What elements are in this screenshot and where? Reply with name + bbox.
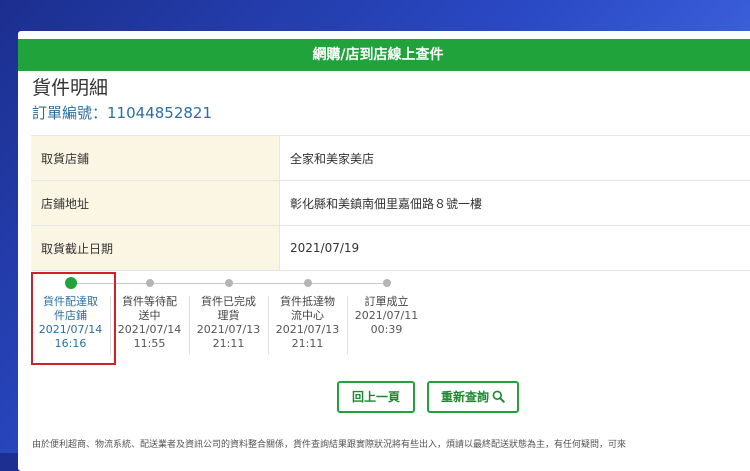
row-value-deadline: 2021/07/19 bbox=[280, 226, 750, 271]
order-number: 訂單編號：11044852821 bbox=[32, 102, 212, 123]
step-date: 2021/07/13 bbox=[268, 323, 347, 337]
timeline-dot bbox=[225, 279, 233, 287]
back-button-label: 回上一頁 bbox=[352, 390, 400, 404]
timeline-dot bbox=[383, 279, 391, 287]
tracking-card: 網購/店到店線上查件 貨件明細 訂單編號：11044852821 取貨店鋪 全家… bbox=[18, 31, 750, 471]
step-date: 2021/07/11 bbox=[347, 309, 426, 323]
active-step-highlight bbox=[31, 272, 116, 365]
timeline-step-sorted: 貨件已完成理貨 2021/07/13 21:11 bbox=[189, 274, 268, 351]
page-title: 貨件明細 bbox=[32, 73, 108, 100]
shipment-info-table: 取貨店鋪 全家和美家美店 店鋪地址 彰化縣和美鎮南佃里嘉佃路８號一樓 取貨截止日… bbox=[31, 135, 750, 271]
row-label-store: 取貨店鋪 bbox=[31, 136, 280, 181]
row-label-address: 店鋪地址 bbox=[31, 181, 280, 226]
timeline-step-waiting: 貨件等待配送中 2021/07/14 11:55 bbox=[110, 274, 189, 351]
requery-button[interactable]: 重新查詢 bbox=[427, 381, 519, 413]
requery-button-label: 重新查詢 bbox=[441, 390, 489, 404]
table-row: 取貨截止日期 2021/07/19 bbox=[31, 226, 750, 271]
table-row: 店鋪地址 彰化縣和美鎮南佃里嘉佃路８號一樓 bbox=[31, 181, 750, 226]
step-date: 2021/07/13 bbox=[189, 323, 268, 337]
disclaimer-text: 由於便利超商、物流系統、配送業者及資訊公司的資料整合關係，貨件查詢結果跟實際狀況… bbox=[32, 437, 626, 450]
step-status: 貨件已完成理貨 bbox=[189, 295, 268, 323]
order-number-value: 11044852821 bbox=[107, 104, 212, 122]
row-value-store: 全家和美家美店 bbox=[280, 136, 750, 181]
step-time: 21:11 bbox=[189, 337, 268, 351]
step-time: 11:55 bbox=[110, 337, 189, 351]
step-time: 00:39 bbox=[347, 323, 426, 337]
step-status: 貨件等待配送中 bbox=[110, 295, 189, 323]
step-date: 2021/07/14 bbox=[110, 323, 189, 337]
search-icon bbox=[492, 390, 505, 403]
page-header: 網購/店到店線上查件 bbox=[18, 39, 750, 71]
table-row: 取貨店鋪 全家和美家美店 bbox=[31, 136, 750, 181]
step-time: 21:11 bbox=[268, 337, 347, 351]
step-status: 訂單成立 bbox=[347, 295, 426, 309]
timeline-step-created: 訂單成立 2021/07/11 00:39 bbox=[347, 274, 426, 337]
timeline-step-logistics: 貨件抵達物流中心 2021/07/13 21:11 bbox=[268, 274, 347, 351]
timeline-dot bbox=[146, 279, 154, 287]
step-status: 貨件抵達物流中心 bbox=[268, 295, 347, 323]
order-label: 訂單編號： bbox=[32, 104, 107, 122]
row-label-deadline: 取貨截止日期 bbox=[31, 226, 280, 271]
back-button[interactable]: 回上一頁 bbox=[337, 381, 415, 413]
timeline-dot bbox=[304, 279, 312, 287]
row-value-address: 彰化縣和美鎮南佃里嘉佃路８號一樓 bbox=[280, 181, 750, 226]
